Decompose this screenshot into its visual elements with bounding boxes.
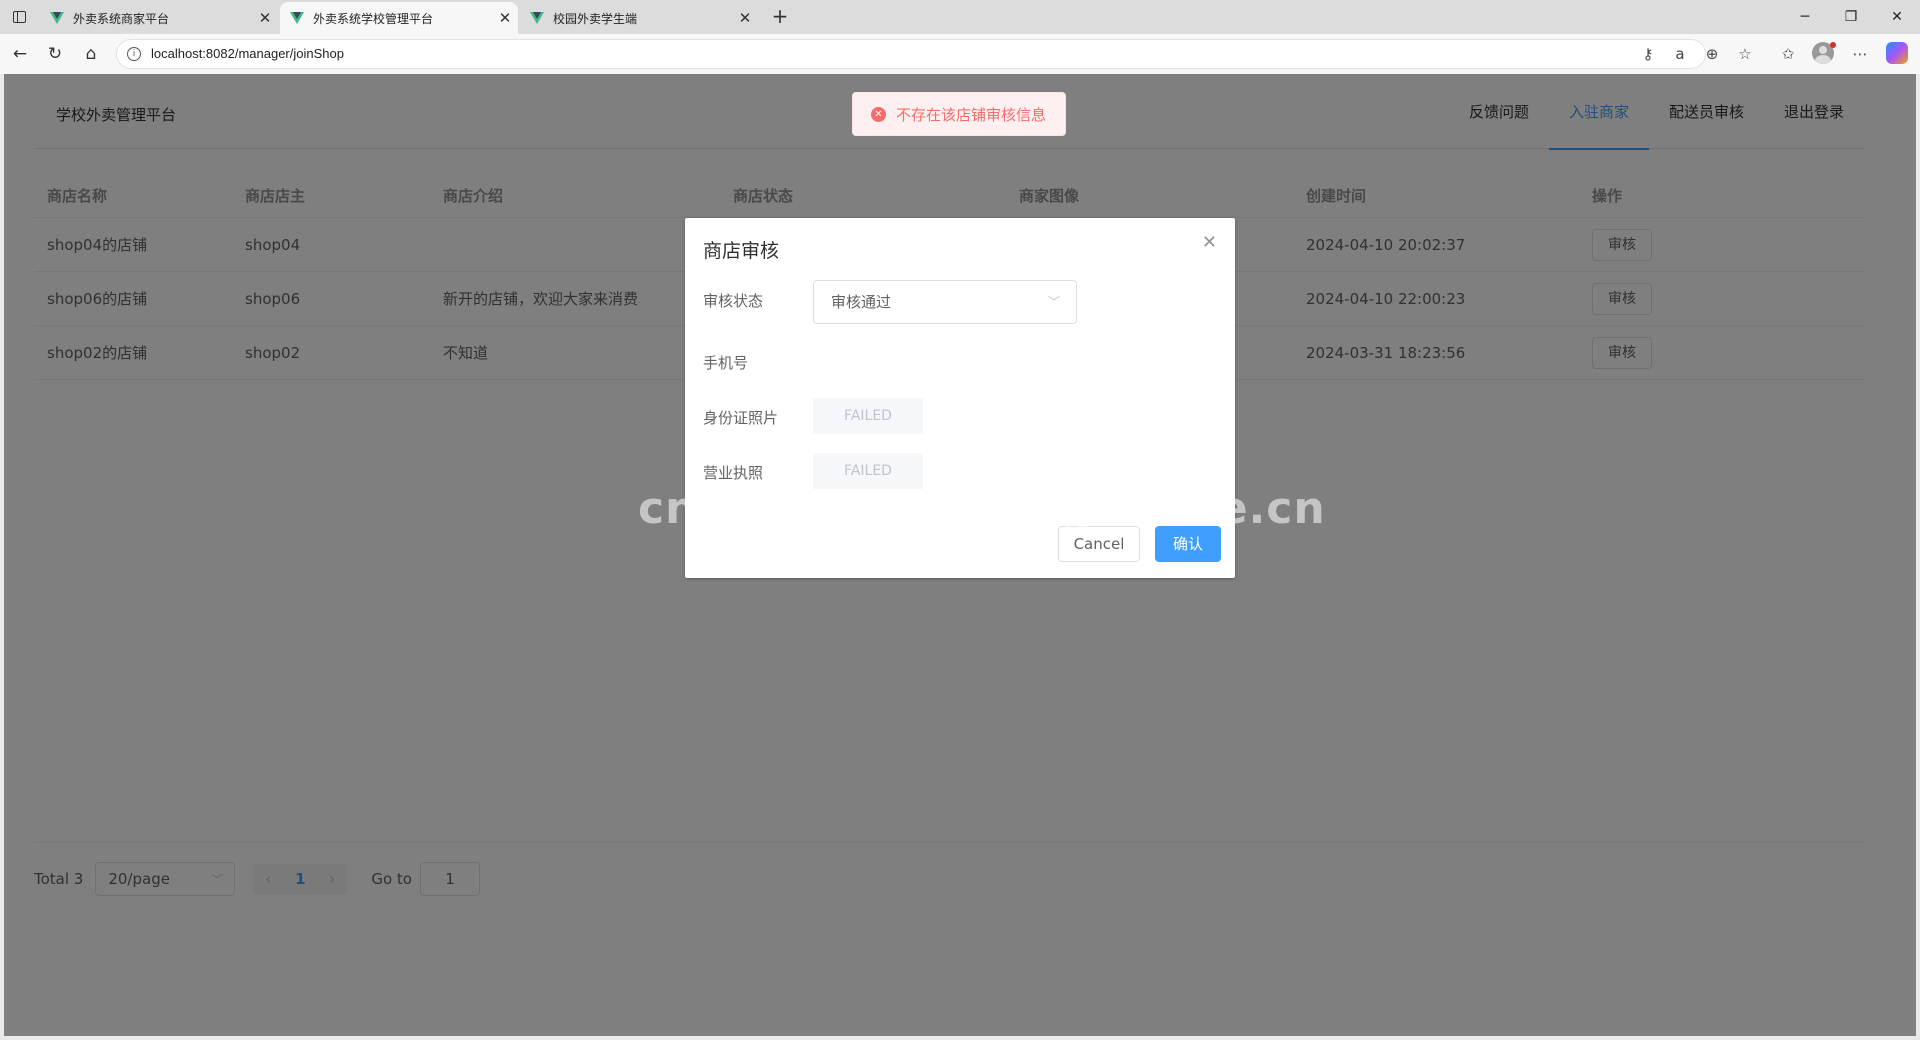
dialog-title: 商店审核: [703, 240, 780, 262]
tab-title: 外卖系统学校管理平台: [313, 11, 434, 26]
close-icon[interactable]: ✕: [252, 9, 278, 27]
error-circle-icon: ✕: [871, 106, 886, 122]
favorites-icon[interactable]: ✩: [1776, 42, 1800, 66]
zoom-icon[interactable]: ⊕: [1700, 42, 1724, 66]
new-tab-icon[interactable]: +: [768, 4, 792, 28]
browser-tab-bar: 外卖系统商家平台 ✕ 外卖系统学校管理平台 ✕ 校园外卖学生端 ✕ + ─ ❐ …: [0, 0, 1920, 34]
chevron-down-icon: ﹀: [1047, 295, 1060, 309]
browser-tab-merchant[interactable]: 外卖系统商家平台 ✕: [40, 2, 278, 34]
page-content: 学校外卖管理平台 反馈问题 入驻商家 配送员审核 退出登录 商店名称 商店店主 …: [4, 74, 1916, 1036]
read-aloud-icon[interactable]: a: [1668, 42, 1692, 66]
id-photo-image: FAILED: [813, 398, 923, 434]
error-message-text: 不存在该店铺审核信息: [896, 105, 1047, 124]
refresh-icon[interactable]: ↻: [43, 42, 67, 66]
back-icon[interactable]: ←: [8, 42, 32, 66]
favorite-star-icon[interactable]: ☆: [1733, 42, 1757, 66]
close-icon[interactable]: ✕: [1202, 232, 1217, 253]
tab-actions-icon[interactable]: [8, 6, 30, 28]
phone-label: 手机号: [703, 354, 749, 372]
url-field[interactable]: i localhost:8082/manager/joinShop: [116, 39, 1706, 69]
tab-title: 外卖系统商家平台: [73, 11, 170, 26]
minimize-icon[interactable]: ─: [1782, 4, 1828, 30]
error-message-toast: ✕ 不存在该店铺审核信息: [852, 92, 1066, 136]
vue-icon: [290, 11, 304, 25]
id-photo-label: 身份证照片: [703, 409, 779, 427]
home-icon[interactable]: ⌂: [79, 42, 103, 66]
site-info-icon[interactable]: i: [127, 47, 141, 61]
notification-dot: [1830, 42, 1836, 48]
audit-status-value: 审核通过: [831, 293, 892, 311]
audit-status-select[interactable]: 审核通过 ﹀: [813, 280, 1077, 324]
close-window-icon[interactable]: ✕: [1874, 4, 1920, 30]
watermark-text: cn围观客www.weiguanke.cn: [638, 483, 1326, 534]
url-text: localhost:8082/manager/joinShop: [151, 46, 344, 61]
close-icon[interactable]: ✕: [492, 9, 518, 27]
vue-icon: [50, 11, 64, 25]
tab-title: 校园外卖学生端: [553, 11, 638, 26]
browser-tab-student[interactable]: 校园外卖学生端 ✕: [520, 2, 758, 34]
restore-icon[interactable]: ❐: [1828, 4, 1874, 30]
audit-status-label: 审核状态: [703, 292, 764, 310]
browser-tab-school-admin[interactable]: 外卖系统学校管理平台 ✕: [280, 2, 518, 34]
copilot-icon[interactable]: [1886, 42, 1908, 64]
close-icon[interactable]: ✕: [732, 9, 758, 27]
vue-icon: [530, 11, 544, 25]
address-bar: ← ↻ ⌂ i localhost:8082/manager/joinShop …: [0, 34, 1920, 74]
more-icon[interactable]: ⋯: [1848, 42, 1872, 66]
key-icon[interactable]: ⚷: [1636, 42, 1660, 66]
